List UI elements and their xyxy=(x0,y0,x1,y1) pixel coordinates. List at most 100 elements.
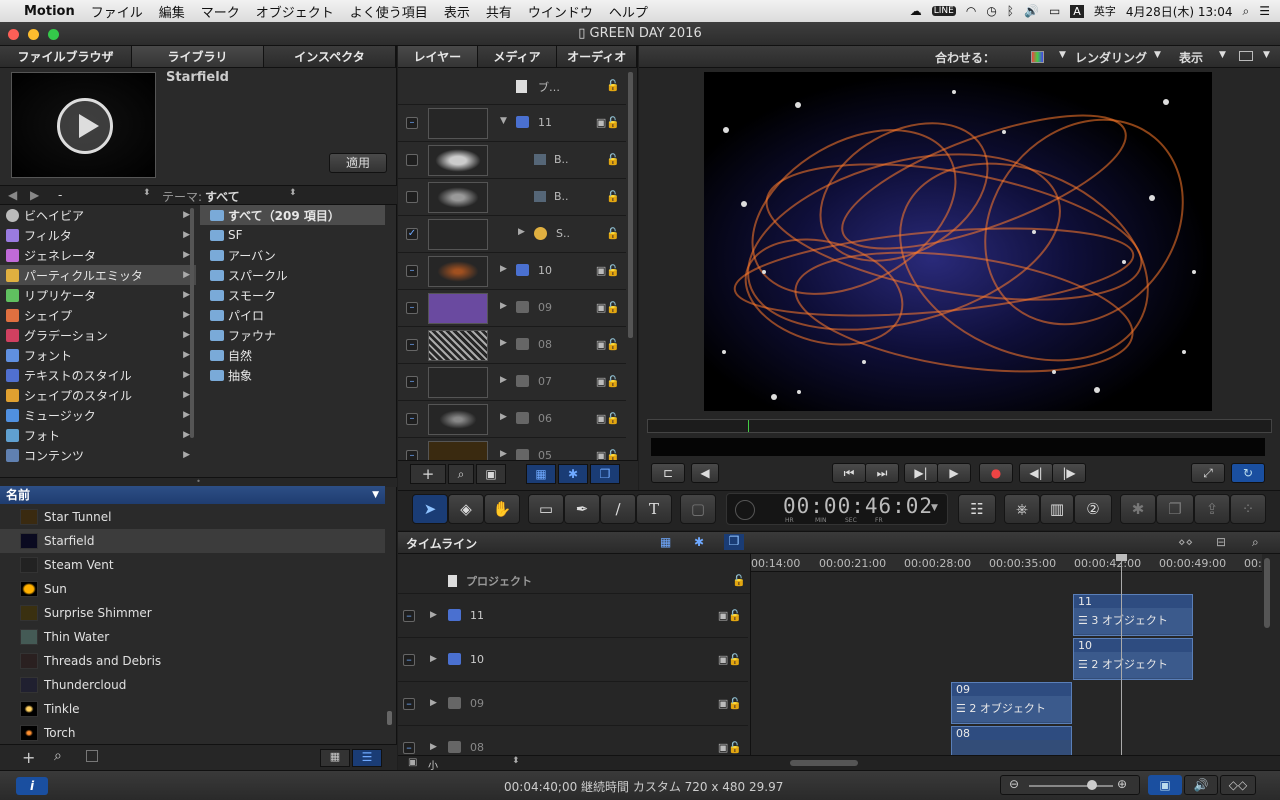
chevron-down-icon[interactable]: ▼ xyxy=(931,503,938,513)
light-icon[interactable]: ▥ xyxy=(1040,494,1074,524)
export-icon[interactable]: ⇪ xyxy=(1194,494,1230,524)
folder-item[interactable]: すべて（209 項目） xyxy=(200,205,385,225)
slider-knob[interactable] xyxy=(1087,780,1097,790)
lock-icon[interactable]: ▣🔓 xyxy=(596,264,620,277)
back-icon[interactable]: ◀ xyxy=(8,188,17,202)
horizontal-scrollbar[interactable] xyxy=(790,760,858,766)
timecode-display[interactable]: 00:00:46:02 HR MIN SEC FR ▼ xyxy=(726,493,948,525)
grid-view-icon[interactable]: ▦ xyxy=(320,749,350,767)
hud-icon[interactable]: ⁘ xyxy=(1230,494,1266,524)
clock[interactable]: 4月28日(木) 13:04 xyxy=(1126,3,1233,20)
chevron-down-icon[interactable]: ▼ xyxy=(1059,50,1066,60)
time-ruler[interactable]: 00:14:00 00:00:21:00 00:00:28:00 00:00:3… xyxy=(751,554,1262,572)
lock-icon[interactable]: 🔓 xyxy=(606,79,620,92)
preview-thumbnail[interactable] xyxy=(11,72,156,178)
list-icon[interactable]: ☰ xyxy=(1259,4,1270,18)
track-checkbox[interactable]: – xyxy=(403,742,415,754)
lock-icon[interactable]: 🔓 xyxy=(732,574,746,587)
list-item[interactable]: Surprise Shimmer xyxy=(0,601,385,625)
project-row[interactable]: プロジェクト 🔓 xyxy=(398,554,750,594)
layer-checkbox[interactable]: – xyxy=(406,339,418,351)
go-to-start-icon[interactable]: ⏮ xyxy=(832,463,866,483)
timeline-tracks[interactable]: 00:14:00 00:00:21:00 00:00:28:00 00:00:3… xyxy=(750,554,1262,763)
forward-icon[interactable]: ▶ xyxy=(30,188,39,202)
loop-icon[interactable]: ↻ xyxy=(1231,463,1265,483)
track-checkbox[interactable]: – xyxy=(403,698,415,710)
track-checkbox[interactable]: – xyxy=(403,654,415,666)
tab-library[interactable]: ライブラリ xyxy=(132,46,264,67)
thumbnail-toggle-icon[interactable]: ▦ xyxy=(660,535,671,549)
list-item[interactable]: Torch xyxy=(0,721,385,741)
lock-icon[interactable]: 🔓 xyxy=(606,227,620,240)
item-list-scrollbar[interactable] xyxy=(387,711,392,725)
timeline-clip[interactable]: 09 ☰ 2 オブジェクト xyxy=(951,682,1072,724)
audio-icon[interactable]: ◀ xyxy=(691,463,719,483)
layer-row[interactable]: ✓ ▶ S.. 🔓 xyxy=(398,216,626,253)
info-icon[interactable]: i xyxy=(16,777,48,795)
path-popup[interactable]: - xyxy=(58,188,62,202)
lock-icon[interactable]: 🔓 xyxy=(606,190,620,203)
tab-inspector[interactable]: インスペクタ xyxy=(264,46,396,67)
render-popup[interactable]: レンダリング xyxy=(1075,49,1147,66)
anchor-tool-icon[interactable]: ◈ xyxy=(448,494,484,524)
layer-row[interactable]: – ▶ 07 ▣🔓 xyxy=(398,364,626,401)
line-icon[interactable]: LINE xyxy=(931,6,956,16)
disclosure-icon[interactable]: ▶ xyxy=(430,698,437,708)
theme-popup[interactable]: すべて xyxy=(205,188,240,205)
track-checkbox[interactable]: – xyxy=(403,610,415,622)
text-tool-icon[interactable]: T xyxy=(636,494,672,524)
category-item[interactable]: ビヘイビア ▶ xyxy=(0,205,196,225)
folder-item[interactable]: アーバン xyxy=(200,245,385,265)
layer-checkbox[interactable]: – xyxy=(406,376,418,388)
menu-edit[interactable]: 編集 xyxy=(151,2,193,21)
tab-audio[interactable]: オーディオ xyxy=(557,46,638,67)
disclosure-icon[interactable]: ▶ xyxy=(500,301,507,311)
group-button-icon[interactable]: ▣ xyxy=(476,464,506,484)
category-item[interactable]: パーティクルエミッタ ▶ xyxy=(0,265,196,285)
layer-checkbox[interactable]: ✓ xyxy=(406,228,418,240)
search-icon[interactable]: ⌕ xyxy=(448,464,474,484)
zoom-icon[interactable] xyxy=(48,29,59,40)
overlay-icon[interactable]: ❐ xyxy=(1156,494,1194,524)
layer-checkbox[interactable]: – xyxy=(406,117,418,129)
list-view-icon[interactable]: ☰ xyxy=(352,749,382,767)
timemachine-icon[interactable]: ◷ xyxy=(986,4,996,18)
category-item[interactable]: グラデーション ▶ xyxy=(0,325,196,345)
play-range-icon[interactable]: ⊏ xyxy=(651,463,685,483)
gear-icon[interactable]: ✱ xyxy=(694,535,704,549)
layer-row[interactable]: – ▼ 11 ▣🔓 xyxy=(398,105,626,142)
search-icon[interactable]: ⌕ xyxy=(54,748,62,764)
select-tool-icon[interactable]: ➤ xyxy=(412,494,448,524)
list-item[interactable]: Sun xyxy=(0,577,385,601)
tab-layers[interactable]: レイヤー xyxy=(398,46,478,67)
track-row[interactable]: – ▶ 09 ▣🔓 xyxy=(398,682,748,726)
video-timeline-icon[interactable]: ▣ xyxy=(1148,775,1182,795)
view-popup[interactable]: 表示 xyxy=(1179,49,1203,66)
category-item[interactable]: シェイプのスタイル ▶ xyxy=(0,385,196,405)
app-menu[interactable]: Motion xyxy=(16,4,83,19)
prev-frame-icon[interactable]: ◀| xyxy=(1019,463,1053,483)
menu-share[interactable]: 共有 xyxy=(478,2,520,21)
playhead[interactable] xyxy=(748,420,749,432)
menu-window[interactable]: ウインドウ xyxy=(520,2,601,21)
snap-icon[interactable]: ⋄⋄ xyxy=(1178,535,1193,549)
layer-checkbox[interactable]: – xyxy=(406,302,418,314)
layer-row[interactable]: – ▶ 08 ▣🔓 xyxy=(398,327,626,364)
layer-row[interactable]: B.. 🔓 xyxy=(398,179,626,216)
category-item[interactable]: フィルタ ▶ xyxy=(0,225,196,245)
list-header[interactable]: 名前 ▼ xyxy=(0,486,385,504)
tab-file-browser[interactable]: ファイルブラウザ xyxy=(0,46,132,67)
lock-icon[interactable]: ▣🔓 xyxy=(596,412,620,425)
play-button-icon[interactable]: ▶ xyxy=(937,463,971,483)
menu-help[interactable]: ヘルプ xyxy=(601,2,656,21)
cloud-icon[interactable]: ☁ xyxy=(910,4,922,18)
wifi-icon[interactable]: ◠ xyxy=(966,4,976,18)
track-row[interactable]: – ▶ 10 ▣🔓 xyxy=(398,638,748,682)
mask-tool-icon[interactable]: ▢ xyxy=(680,494,716,524)
list-item[interactable]: Threads and Debris xyxy=(0,649,385,673)
layer-checkbox[interactable]: – xyxy=(406,413,418,425)
audio-timeline-icon[interactable]: 🔊 xyxy=(1184,775,1218,795)
hand-tool-icon[interactable]: ✋ xyxy=(484,494,520,524)
timeline-scrollbar[interactable] xyxy=(1264,558,1270,628)
list-item[interactable]: Star Tunnel xyxy=(0,505,385,529)
